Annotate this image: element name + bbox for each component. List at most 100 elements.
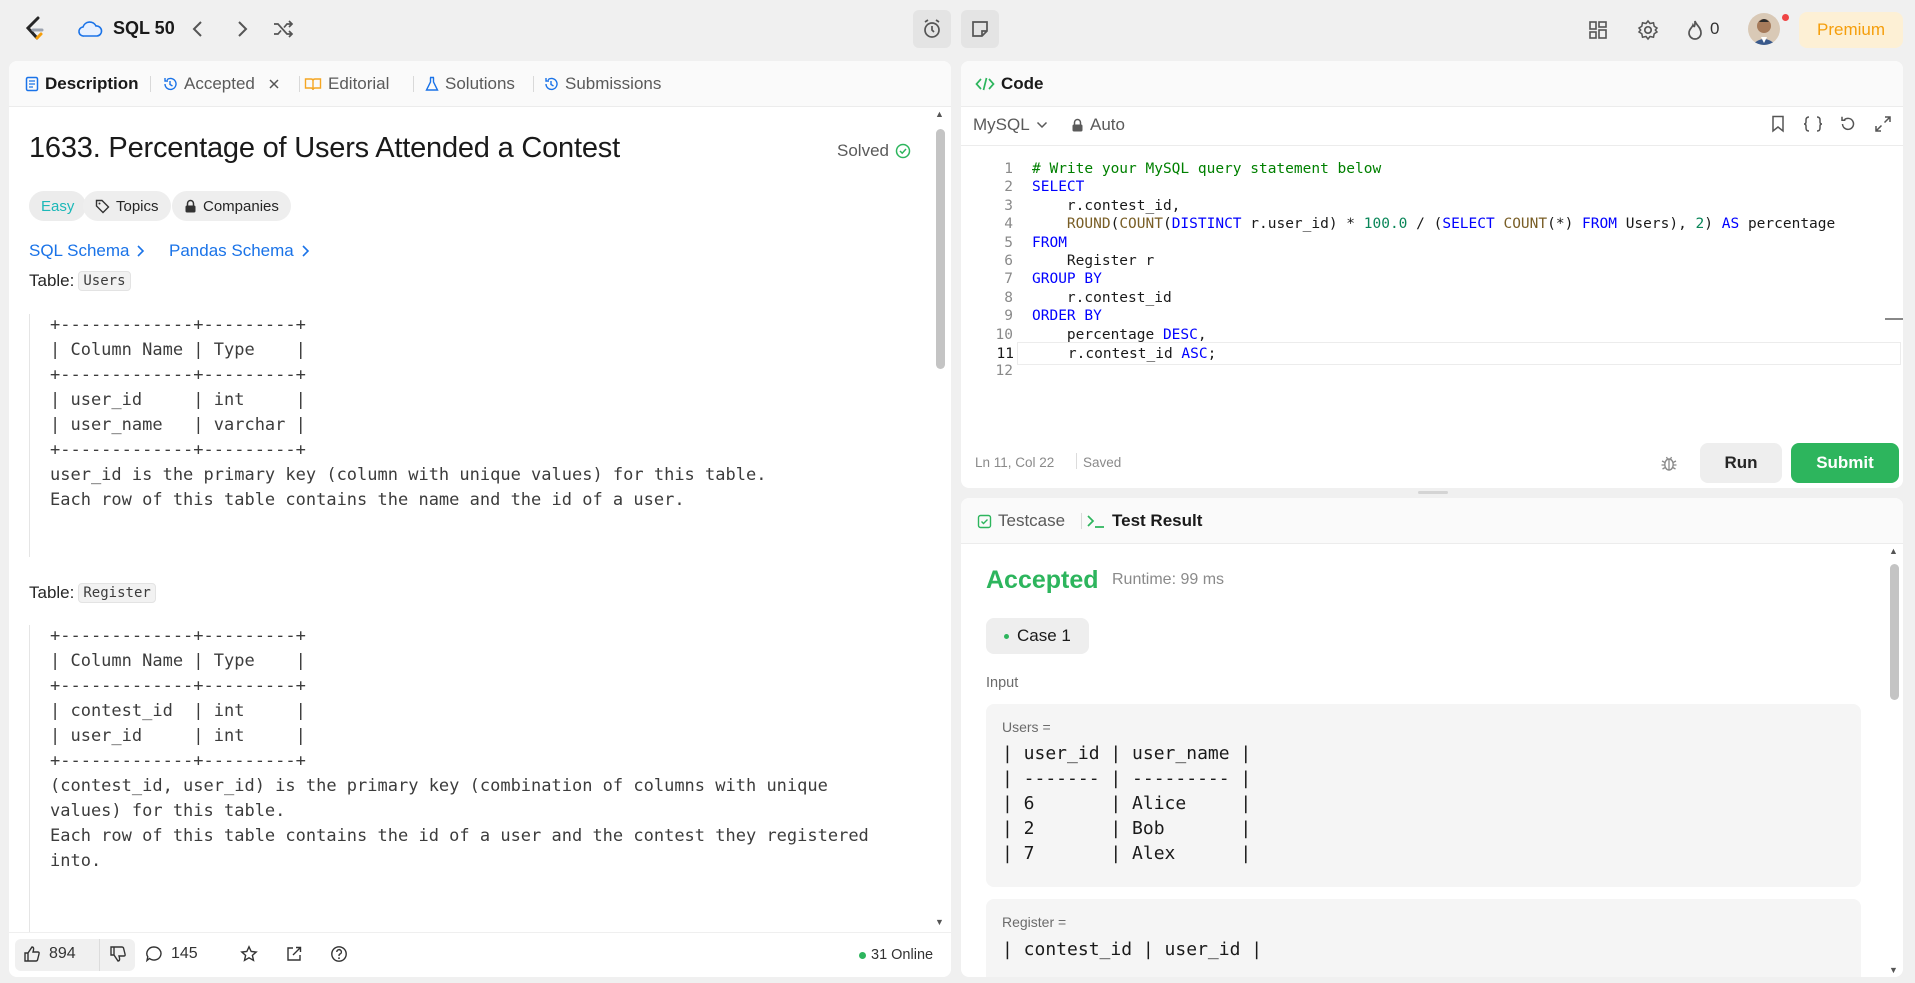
like-button[interactable]: 894	[23, 945, 76, 963]
notification-dot	[1782, 14, 1789, 21]
code-brackets-icon	[975, 77, 995, 91]
online-indicator: 31 Online	[859, 947, 933, 963]
description-scrollbar[interactable]: ▲ ▼	[935, 109, 945, 932]
book-icon	[304, 78, 322, 91]
input-label: Input	[986, 675, 1019, 691]
editor-scroll-marker	[1885, 318, 1903, 320]
tab-editorial[interactable]: Editorial	[304, 61, 389, 107]
streak-flame-icon[interactable]	[1684, 17, 1706, 43]
register-input-box: Register = | contest_id | user_id |	[986, 899, 1861, 977]
editor-divider	[961, 145, 1903, 146]
top-nav: SQL 50 0 Premium	[0, 0, 1915, 58]
result-scrollbar[interactable]: ▲ ▼	[1889, 546, 1899, 977]
tab-solutions[interactable]: Solutions	[425, 61, 515, 107]
description-scroll-thumb[interactable]	[936, 129, 945, 369]
description-footer: 894 145 31 Online	[9, 932, 951, 977]
code-line[interactable]: 12	[961, 360, 1901, 383]
companies-button[interactable]: Companies	[172, 191, 291, 221]
fullscreen-icon[interactable]	[1874, 115, 1892, 136]
submit-button[interactable]: Submit	[1791, 443, 1899, 483]
case-1-tab[interactable]: Case 1	[986, 618, 1089, 654]
scroll-down-icon[interactable]: ▼	[1889, 965, 1898, 975]
bookmark-icon[interactable]	[1771, 115, 1785, 136]
auto-mode-toggle[interactable]: Auto	[1071, 115, 1125, 135]
panel-resize-handle[interactable]	[1418, 491, 1448, 494]
description-tabs: Description Accepted Editorial Solutions…	[9, 61, 951, 107]
shuffle-icon[interactable]	[270, 16, 296, 42]
history-icon	[545, 77, 558, 91]
tab-test-result[interactable]: Test Result	[1086, 498, 1202, 544]
online-dot	[859, 951, 866, 959]
table1-name: Users	[78, 271, 131, 291]
scroll-down-icon[interactable]: ▼	[935, 917, 944, 927]
save-status: Saved	[1083, 455, 1122, 470]
result-panel: Testcase Test Result Accepted Runtime: 9…	[961, 498, 1903, 977]
pandas-schema-label: Pandas Schema	[169, 241, 294, 260]
tab-code[interactable]: Code	[975, 61, 1044, 107]
comment-count: 145	[171, 945, 198, 962]
close-tab-icon[interactable]	[267, 77, 281, 91]
next-problem-icon[interactable]	[230, 17, 254, 41]
tab-submissions[interactable]: Submissions	[543, 61, 661, 107]
code-editor[interactable]: 1 # Write your MySQL query statement belo…	[961, 154, 1903, 434]
table2-schema: +-------------+---------+ | Column Name …	[50, 626, 869, 871]
companies-label: Companies	[203, 197, 279, 215]
table2-bar	[29, 625, 30, 937]
thumbs-up-icon	[24, 946, 40, 962]
tab-editorial-label: Editorial	[328, 74, 390, 93]
history-icon	[164, 77, 177, 91]
format-braces-icon[interactable]	[1803, 115, 1823, 136]
register-input-table: | contest_id | user_id |	[1002, 939, 1263, 960]
result-scroll-thumb[interactable]	[1890, 564, 1899, 700]
register-input-label: Register =	[1002, 914, 1067, 930]
study-plan-title[interactable]: SQL 50	[113, 18, 175, 39]
premium-button[interactable]: Premium	[1799, 12, 1903, 48]
prev-problem-icon[interactable]	[186, 17, 210, 41]
scroll-up-icon[interactable]: ▲	[1889, 546, 1898, 556]
checkbox-icon	[977, 514, 992, 528]
topics-button[interactable]: Topics	[83, 191, 171, 221]
terminal-prompt-icon	[1087, 515, 1104, 528]
tab-solutions-label: Solutions	[445, 74, 515, 93]
code-tab-label: Code	[1001, 74, 1044, 93]
auto-mode-label: Auto	[1090, 115, 1125, 134]
dislike-button[interactable]	[109, 945, 127, 966]
sql-schema-label: SQL Schema	[29, 241, 130, 260]
table1-bar	[29, 314, 30, 557]
code-panel: Code MySQL Auto 1 # Write your MySQL quer…	[961, 61, 1903, 488]
settings-gear-icon[interactable]	[1635, 17, 1661, 43]
sql-schema-link[interactable]: SQL Schema	[29, 241, 145, 261]
tab-test-result-label: Test Result	[1112, 511, 1203, 530]
status-divider	[1076, 453, 1077, 469]
tab-accepted[interactable]: Accepted	[162, 61, 281, 107]
timer-icon[interactable]	[913, 10, 951, 48]
share-external-icon[interactable]	[285, 945, 303, 966]
case-1-label: Case 1	[1017, 626, 1071, 645]
debug-bug-icon[interactable]	[1659, 453, 1679, 476]
notes-icon[interactable]	[961, 10, 999, 48]
pandas-schema-link[interactable]: Pandas Schema	[169, 241, 310, 261]
layout-grid-icon[interactable]	[1585, 17, 1611, 43]
language-select[interactable]: MySQL	[973, 115, 1048, 135]
tab-description[interactable]: Description	[25, 61, 139, 107]
tab-testcase[interactable]: Testcase	[977, 498, 1065, 544]
lock-icon	[185, 199, 196, 212]
favorite-star-icon[interactable]	[240, 945, 258, 966]
case-pass-dot	[1004, 633, 1009, 639]
leetcode-logo-icon[interactable]	[20, 14, 50, 44]
run-button[interactable]: Run	[1700, 443, 1782, 483]
scroll-up-icon[interactable]: ▲	[935, 109, 944, 119]
language-value: MySQL	[973, 115, 1030, 134]
tab-submissions-label: Submissions	[565, 74, 662, 93]
reset-code-icon[interactable]	[1839, 115, 1857, 136]
streak-count: 0	[1710, 19, 1720, 38]
vote-divider	[99, 939, 100, 971]
users-input-label: Users =	[1002, 719, 1051, 735]
help-question-icon[interactable]	[330, 945, 348, 966]
table2-label: Table:	[29, 583, 75, 602]
lock-icon	[1072, 118, 1083, 131]
comments-button[interactable]: 145	[145, 945, 198, 963]
like-count: 894	[49, 945, 76, 962]
result-tabs: Testcase Test Result	[961, 498, 1903, 544]
user-avatar[interactable]	[1748, 13, 1780, 45]
